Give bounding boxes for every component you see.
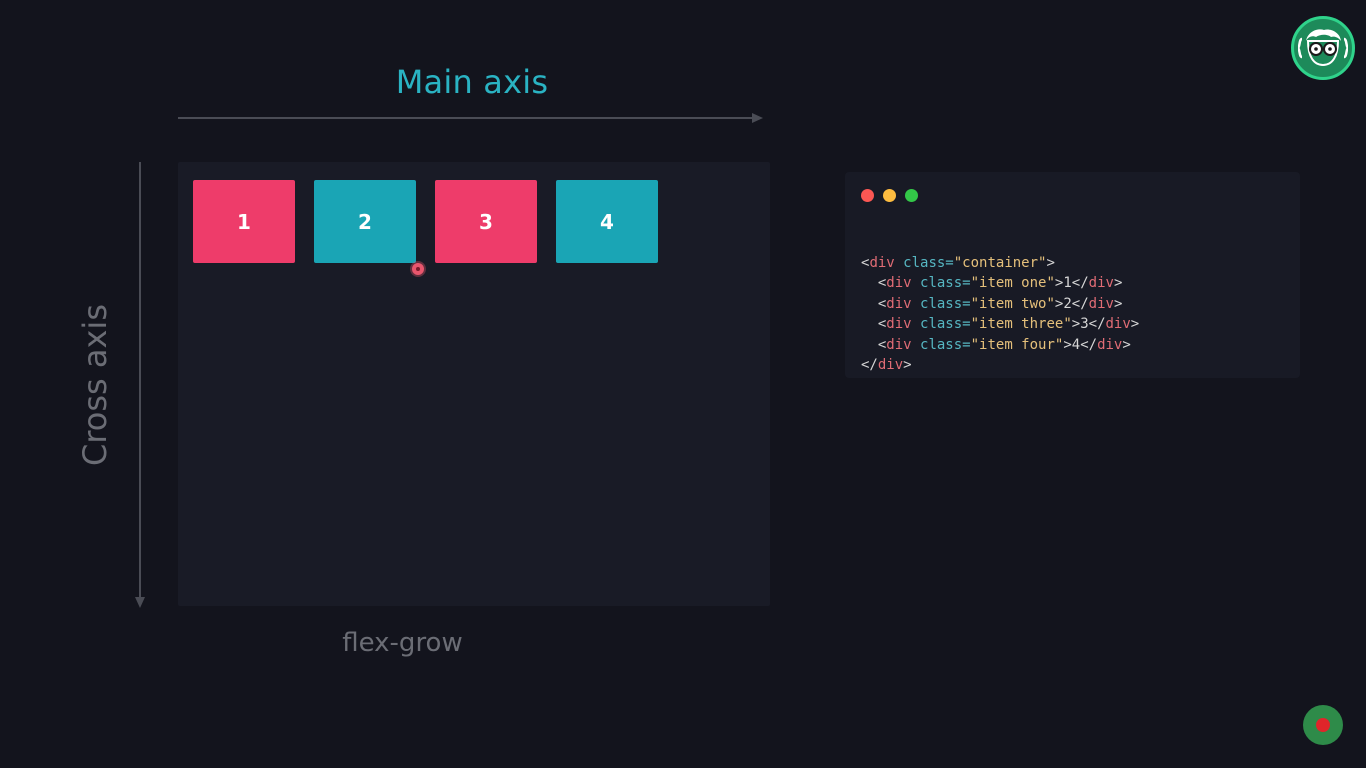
record-button[interactable]	[1303, 705, 1343, 745]
flex-item-three: 3	[435, 180, 537, 263]
code-window: <div class="container"> <div class="item…	[845, 172, 1300, 378]
code-text: 4	[1071, 336, 1081, 353]
code-tag: div	[886, 275, 912, 291]
maximize-dot-icon	[905, 189, 918, 202]
code-block: <div class="container"> <div class="item…	[861, 232, 1139, 417]
code-bracket: </	[1071, 275, 1089, 291]
code-bracket: >	[1113, 295, 1123, 312]
code-attr: class=	[894, 254, 954, 271]
record-icon	[1316, 718, 1330, 732]
arrow-right-icon	[752, 113, 763, 123]
code-line: <div class="item two">2</div>	[861, 294, 1139, 315]
code-line: <div class="item three">3</div>	[861, 314, 1139, 335]
close-dot-icon	[861, 189, 874, 202]
code-text: 1	[1063, 275, 1072, 291]
code-bracket: >	[1122, 336, 1131, 353]
window-traffic-lights	[861, 189, 918, 202]
code-string: "item two"	[970, 295, 1055, 312]
code-line: <div class="item four">4</div>	[861, 335, 1139, 356]
flex-item-two: 2	[314, 180, 416, 263]
code-tag: div	[1105, 316, 1131, 332]
code-attr: class=	[911, 316, 971, 332]
code-line: <div class="item one">1</div>	[861, 273, 1139, 294]
code-text: 2	[1063, 295, 1072, 312]
code-bracket: </	[1088, 316, 1106, 332]
main-axis-title: Main axis	[395, 63, 549, 101]
code-bracket: </	[1071, 295, 1089, 312]
flex-container: 1 2 3 4	[178, 162, 770, 606]
cross-axis-title: Cross axis	[76, 304, 114, 466]
code-bracket: >	[1113, 275, 1123, 291]
code-tag: div	[886, 336, 912, 353]
code-tag: div	[886, 316, 912, 332]
code-tag: div	[1088, 275, 1114, 291]
code-tag: div	[869, 254, 895, 271]
code-string: "item one"	[970, 275, 1055, 291]
code-tag: div	[1097, 336, 1123, 353]
code-line: <div class="container">	[861, 253, 1139, 274]
flex-grow-caption: flex-grow	[342, 628, 463, 658]
code-line: </div>	[861, 355, 1139, 376]
code-string: "item three"	[970, 316, 1072, 332]
code-string: "container"	[953, 254, 1047, 271]
code-bracket: >	[1130, 316, 1140, 332]
code-tag: div	[886, 295, 912, 312]
cross-axis-arrow-line	[139, 162, 141, 598]
minimize-dot-icon	[883, 189, 896, 202]
code-tag: div	[877, 357, 904, 373]
code-bracket: >	[1046, 254, 1055, 271]
code-attr: class=	[911, 275, 971, 291]
flex-item-four: 4	[556, 180, 658, 263]
code-bracket: >	[1063, 336, 1072, 353]
logo-glyph-icon	[1298, 29, 1348, 67]
flex-item-one: 1	[193, 180, 295, 263]
mouse-cursor-indicator	[412, 263, 424, 275]
code-attr: class=	[911, 295, 971, 312]
main-axis-arrow-line	[178, 117, 758, 119]
code-string: "item four"	[970, 336, 1064, 353]
code-tag: div	[1088, 295, 1114, 312]
nerd-glasses-logo-icon[interactable]	[1291, 16, 1355, 80]
code-bracket: </	[1080, 336, 1098, 353]
arrow-down-icon	[135, 597, 145, 608]
code-bracket: >	[1071, 316, 1081, 332]
slide-canvas: Main axis Cross axis 1 2 3 4 flex-grow <…	[0, 0, 1366, 768]
code-text: 3	[1080, 316, 1089, 332]
code-attr: class=	[911, 336, 971, 353]
code-bracket: >	[903, 357, 912, 373]
code-bracket: </	[861, 357, 878, 373]
